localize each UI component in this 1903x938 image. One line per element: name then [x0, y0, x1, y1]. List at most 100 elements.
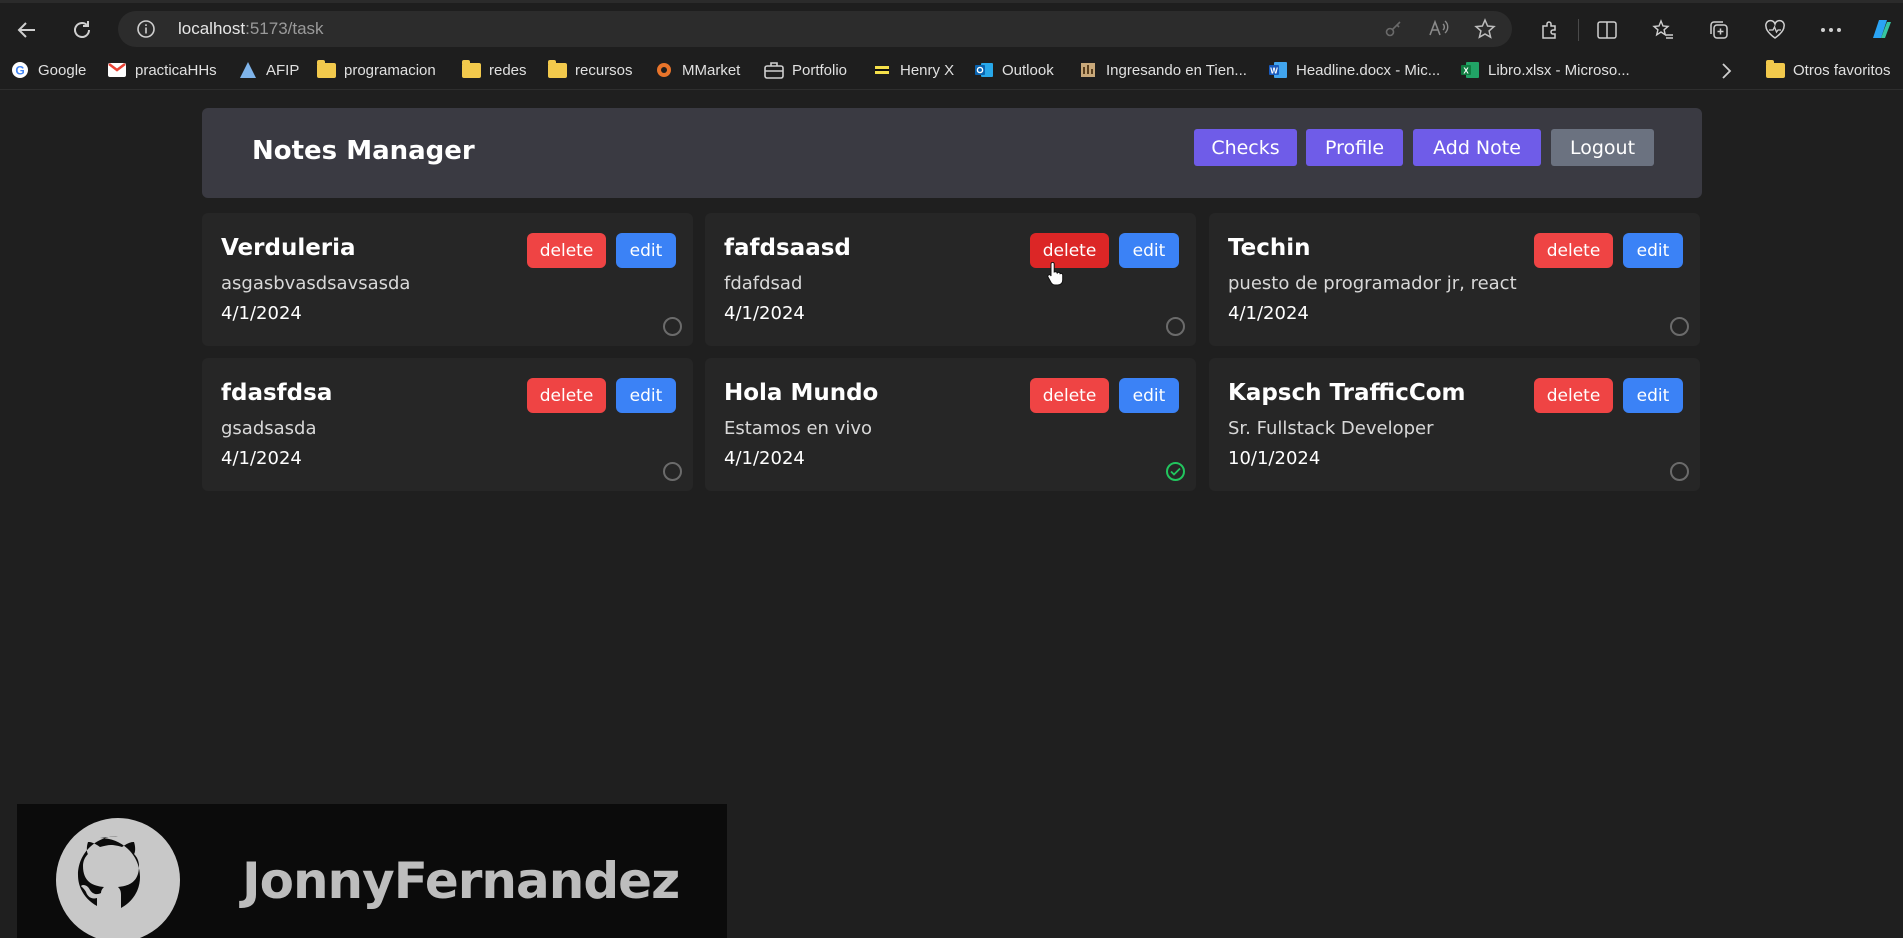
bookmark-label: redes [489, 61, 527, 79]
app-header: Notes Manager Checks Profile Add Note Lo… [202, 108, 1702, 198]
note-description: Sr. Fullstack Developer [1228, 418, 1434, 439]
health-icon[interactable] [1747, 15, 1803, 45]
note-date: 10/1/2024 [1228, 448, 1321, 469]
afip-icon [238, 60, 258, 80]
google-icon: G [10, 60, 30, 80]
chevron-right-icon[interactable] [1720, 62, 1732, 84]
extensions-icon[interactable] [1522, 15, 1578, 45]
svg-text:G: G [15, 64, 24, 78]
bookmark-label: Henry X [900, 61, 955, 79]
site-icon [1078, 60, 1098, 80]
bookmark-practicahhs[interactable]: practicaHHs [107, 60, 217, 80]
done-checkbox[interactable] [663, 462, 682, 481]
reload-icon [74, 21, 90, 38]
delete-button[interactable]: delete [1030, 233, 1109, 268]
note-title: Kapsch TrafficCom [1228, 380, 1466, 406]
bookmark-label: Headline.docx - Mic... [1296, 61, 1441, 79]
done-checkbox[interactable] [1670, 317, 1689, 336]
url-path: :5173/task [245, 19, 324, 38]
arrow-left-icon [17, 22, 35, 38]
note-title: Verduleria [221, 235, 356, 261]
bookmark-recursos[interactable]: recursos [547, 59, 633, 80]
note-title: Techin [1228, 235, 1311, 261]
note-date: 4/1/2024 [724, 303, 805, 324]
folder-icon [316, 59, 336, 80]
note-description: asgasbvasdsavsasda [221, 273, 411, 294]
bookmark-google[interactable]: G Google [10, 60, 86, 80]
delete-button[interactable]: delete [1030, 378, 1109, 413]
check-icon [1170, 467, 1181, 476]
note-title: Hola Mundo [724, 380, 879, 406]
henry-icon [872, 60, 892, 80]
delete-button[interactable]: delete [527, 233, 606, 268]
briefcase-icon [764, 60, 784, 80]
bookmark-ingresando[interactable]: Ingresando en Tien... [1078, 60, 1247, 80]
done-checkbox[interactable] [1166, 462, 1185, 481]
edit-button[interactable]: edit [1119, 378, 1179, 413]
bookmark-other-favorites[interactable]: Otros favoritos [1765, 59, 1891, 80]
done-checkbox[interactable] [1670, 462, 1689, 481]
edit-button[interactable]: edit [1623, 378, 1683, 413]
edit-button[interactable]: edit [616, 378, 676, 413]
edit-button[interactable]: edit [1119, 233, 1179, 268]
bookmark-label: Portfolio [792, 61, 848, 79]
github-banner: JonnyFernandez [17, 804, 727, 938]
github-username: JonnyFernandez [242, 852, 680, 910]
mmarket-icon [654, 60, 674, 80]
word-icon: W [1268, 60, 1288, 80]
edit-button[interactable]: edit [616, 233, 676, 268]
url-host: localhost [178, 19, 246, 38]
profile-button[interactable]: Profile [1306, 129, 1403, 166]
svg-text:W: W [1270, 67, 1278, 76]
note-card: Verduleria asgasbvasdsavsasda 4/1/2024 d… [202, 213, 693, 346]
bookmark-label: practicaHHs [135, 61, 217, 79]
other-favorites-label: Otros favoritos [1793, 61, 1891, 79]
bookmark-programacion[interactable]: programacion [316, 59, 436, 80]
bookmark-headline-docx[interactable]: W Headline.docx - Mic... [1268, 60, 1440, 80]
reload-button[interactable] [67, 15, 97, 45]
collections-icon[interactable] [1691, 15, 1747, 45]
bookmark-henry[interactable]: Henry X [872, 60, 954, 80]
bookmark-redes[interactable]: redes [461, 59, 527, 80]
edit-button[interactable]: edit [1623, 233, 1683, 268]
copilot-icon[interactable] [1859, 15, 1903, 45]
site-info-icon[interactable] [136, 19, 156, 43]
note-date: 4/1/2024 [221, 303, 302, 324]
url-text[interactable]: localhost:5173/task [178, 19, 324, 39]
note-card: Techin puesto de programador jr, react 4… [1209, 213, 1700, 346]
add-note-button[interactable]: Add Note [1413, 129, 1541, 166]
outlook-icon [974, 60, 994, 80]
split-screen-icon[interactable] [1579, 15, 1635, 45]
bookmark-outlook[interactable]: Outlook [974, 60, 1054, 80]
checks-button[interactable]: Checks [1194, 129, 1297, 166]
star-icon[interactable] [1474, 18, 1496, 44]
address-bar[interactable]: localhost:5173/task [118, 11, 1512, 47]
folder-icon [461, 59, 481, 80]
key-icon[interactable] [1384, 18, 1404, 44]
bookmark-libro-xlsx[interactable]: X Libro.xlsx - Microso... [1460, 60, 1630, 80]
bookmark-portfolio[interactable]: Portfolio [764, 60, 847, 80]
favorites-icon[interactable] [1635, 15, 1691, 45]
note-title: fafdsaasd [724, 235, 851, 261]
browser-toolbar: localhost:5173/task [0, 0, 1903, 52]
bookmarks-bar: G Google practicaHHs AFIP programacion r… [0, 52, 1903, 90]
logout-button[interactable]: Logout [1551, 129, 1654, 166]
bookmark-label: Ingresando en Tien... [1106, 61, 1247, 79]
github-icon [54, 816, 182, 938]
delete-button[interactable]: delete [1534, 233, 1613, 268]
done-checkbox[interactable] [1166, 317, 1185, 336]
bookmark-mmarket[interactable]: MMarket [654, 60, 740, 80]
back-button[interactable] [12, 15, 42, 45]
bookmark-afip[interactable]: AFIP [238, 60, 299, 80]
note-card: fdasfdsa gsadsasda 4/1/2024 delete edit [202, 358, 693, 491]
bookmark-label: Libro.xlsx - Microso... [1488, 61, 1630, 79]
page-title: Notes Manager [252, 136, 475, 166]
delete-button[interactable]: delete [527, 378, 606, 413]
read-aloud-icon[interactable] [1428, 18, 1450, 44]
done-checkbox[interactable] [663, 317, 682, 336]
more-icon[interactable] [1803, 15, 1859, 45]
delete-button[interactable]: delete [1534, 378, 1613, 413]
folder-icon [1765, 59, 1785, 80]
note-card: Hola Mundo Estamos en vivo 4/1/2024 dele… [705, 358, 1196, 491]
bookmark-label: MMarket [682, 61, 741, 79]
